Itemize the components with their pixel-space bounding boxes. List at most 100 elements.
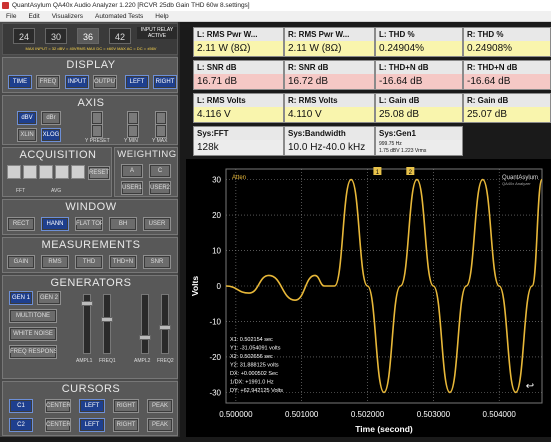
acq-option-4[interactable] [55, 165, 69, 179]
gen2-button[interactable]: GEN 2 [37, 291, 61, 305]
cursor1-peak-button[interactable]: PEAK [147, 399, 173, 413]
weighting-c-button[interactable]: C [149, 164, 171, 178]
meter-label: Sys:FFT [194, 127, 283, 140]
time-domain-plot[interactable]: 30 20 10 0 -10 -20 -30 0.500000 0.501000 0.502000… [186, 159, 551, 437]
input-button[interactable]: INPUT [65, 75, 89, 89]
xlog-button[interactable]: XLOG [41, 128, 61, 142]
range-36[interactable]: 36 [77, 28, 99, 44]
meter-cell[interactable]: R: THD % 0.24908% [463, 27, 551, 57]
thd-button[interactable]: THD [75, 255, 103, 269]
snr-button[interactable]: SNR [143, 255, 171, 269]
acq-option-1[interactable] [7, 165, 21, 179]
ampl2-slider[interactable] [139, 294, 151, 354]
freq1-label: FREQ1 [99, 358, 116, 364]
y-min-down[interactable] [127, 124, 139, 138]
cursor1-left-button[interactable]: LEFT [79, 399, 105, 413]
user-window-button[interactable]: USER [143, 217, 171, 231]
cursor2-left-button[interactable]: LEFT [79, 418, 105, 432]
y-min-label: Y MIN [124, 138, 138, 144]
app-icon [2, 2, 9, 9]
cursor2-center-button[interactable]: CENTER [45, 418, 71, 432]
output-button[interactable]: OUTPUT [93, 75, 117, 89]
y-preset-up[interactable] [91, 111, 103, 125]
meter-cell[interactable]: R: RMS Pwr W... 2.11 W (8Ω) [284, 27, 375, 57]
gen1-button[interactable]: GEN 1 [9, 291, 33, 305]
meter-cell[interactable]: L: RMS Volts 4.116 V [193, 93, 284, 123]
reset-button[interactable]: RESET [88, 166, 110, 180]
y-tick-label: -20 [209, 353, 221, 362]
range-24[interactable]: 24 [13, 28, 35, 44]
y-max-up[interactable] [155, 111, 167, 125]
cursors-section: CURSORS C1 CENTER LEFT RIGHT PEAK C2 CEN… [2, 381, 178, 436]
freq1-knob[interactable] [101, 317, 113, 322]
gain-button[interactable]: GAIN [7, 255, 35, 269]
menu-file[interactable]: File [6, 11, 16, 21]
gen1-readout: 999.75 Hz 1.75 dBV 1.223 Vrms [376, 140, 462, 155]
input-relay-indicator: INPUT RELAY ACTIVE [137, 27, 177, 39]
y-max-down[interactable] [155, 124, 167, 138]
cursor2-button[interactable]: C2 [9, 418, 33, 432]
white-noise-button[interactable]: WHITE NOISE [9, 327, 57, 341]
xlin-button[interactable]: XLIN [17, 128, 37, 142]
freq-response-button[interactable]: FREQ RESPONSE [9, 345, 57, 359]
acq-option-5[interactable] [71, 165, 85, 179]
weighting-user2-button[interactable]: USER2 [149, 181, 171, 195]
meter-cell[interactable]: R: THD+N dB -16.64 dB [463, 60, 551, 90]
rect-window-button[interactable]: RECT [7, 217, 35, 231]
meter-cell[interactable]: L: Gain dB 25.08 dB [375, 93, 463, 123]
range-42[interactable]: 42 [109, 28, 131, 44]
meter-label: R: SNR dB [285, 61, 374, 74]
meter-cell[interactable]: R: SNR dB 16.72 dB [284, 60, 375, 90]
acq-option-2[interactable] [23, 165, 37, 179]
time-button[interactable]: TIME [8, 75, 32, 89]
ampl2-knob[interactable] [139, 335, 151, 340]
cursor1-button[interactable]: C1 [9, 399, 33, 413]
freq-button[interactable]: FREQ [36, 75, 60, 89]
window-titlebar: QuantAsylum QA40x Audio Analyzer 1.220 [… [0, 0, 551, 11]
meter-label: L: RMS Volts [194, 94, 283, 107]
acq-option-3[interactable] [39, 165, 53, 179]
ampl1-knob[interactable] [81, 301, 93, 306]
bh-window-button[interactable]: BH [109, 217, 137, 231]
dbv-button[interactable]: dBV [17, 111, 37, 125]
meter-cell[interactable]: L: THD+N dB -16.64 dB [375, 60, 463, 90]
thdn-button[interactable]: THD+N [109, 255, 137, 269]
atten-label: Atten [232, 175, 246, 181]
flattop-window-button[interactable]: FLAT TOP [75, 217, 103, 231]
meter-cell[interactable]: L: SNR dB 16.71 dB [193, 60, 284, 90]
menu-edit[interactable]: Edit [28, 11, 39, 21]
left-button[interactable]: LEFT [125, 75, 149, 89]
freq1-slider[interactable] [101, 294, 113, 354]
meter-cell[interactable]: Sys:Bandwidth 10.0 Hz-40.0 kHz [284, 126, 375, 156]
meter-cell[interactable]: Sys:Gen1 999.75 Hz 1.75 dBV 1.223 Vrms [375, 126, 463, 156]
freq2-slider[interactable] [159, 294, 171, 354]
menu-automated-tests[interactable]: Automated Tests [95, 11, 143, 21]
cursor-readout-line: DX: +0.000502 Sec [230, 371, 278, 377]
cursor1-right-button[interactable]: RIGHT [113, 399, 139, 413]
rms-button[interactable]: RMS [41, 255, 69, 269]
meter-cell[interactable]: L: RMS Pwr W... 2.11 W (8Ω) [193, 27, 284, 57]
menu-help[interactable]: Help [155, 11, 168, 21]
hann-window-button[interactable]: HANN [41, 217, 69, 231]
weighting-section: WEIGHTING A C USER1 USER2 [114, 147, 178, 197]
weighting-a-button[interactable]: A [121, 164, 143, 178]
weighting-user1-button[interactable]: USER1 [121, 181, 143, 195]
meter-cell[interactable]: R: Gain dB 25.07 dB [463, 93, 551, 123]
cursor2-right-button[interactable]: RIGHT [113, 418, 139, 432]
range-30[interactable]: 30 [45, 28, 67, 44]
multitone-button[interactable]: MULTITONE [9, 309, 57, 323]
meter-cell[interactable]: L: THD % 0.24904% [375, 27, 463, 57]
menu-visualizers[interactable]: Visualizers [52, 11, 83, 21]
dbr-button[interactable]: dBr [41, 111, 61, 125]
freq2-knob[interactable] [159, 325, 171, 330]
cursor2-peak-button[interactable]: PEAK [147, 418, 173, 432]
window-header: WINDOW [65, 201, 117, 213]
meter-cell[interactable]: R: RMS Volts 4.110 V [284, 93, 375, 123]
y-min-up[interactable] [127, 111, 139, 125]
meter-cell[interactable]: Sys:FFT 128k [193, 126, 284, 156]
y-preset-down[interactable] [91, 124, 103, 138]
cursor1-center-button[interactable]: CENTER [45, 399, 71, 413]
ampl1-slider[interactable] [81, 294, 93, 354]
meter-label: R: RMS Pwr W... [285, 28, 374, 41]
right-button[interactable]: RIGHT [153, 75, 177, 89]
